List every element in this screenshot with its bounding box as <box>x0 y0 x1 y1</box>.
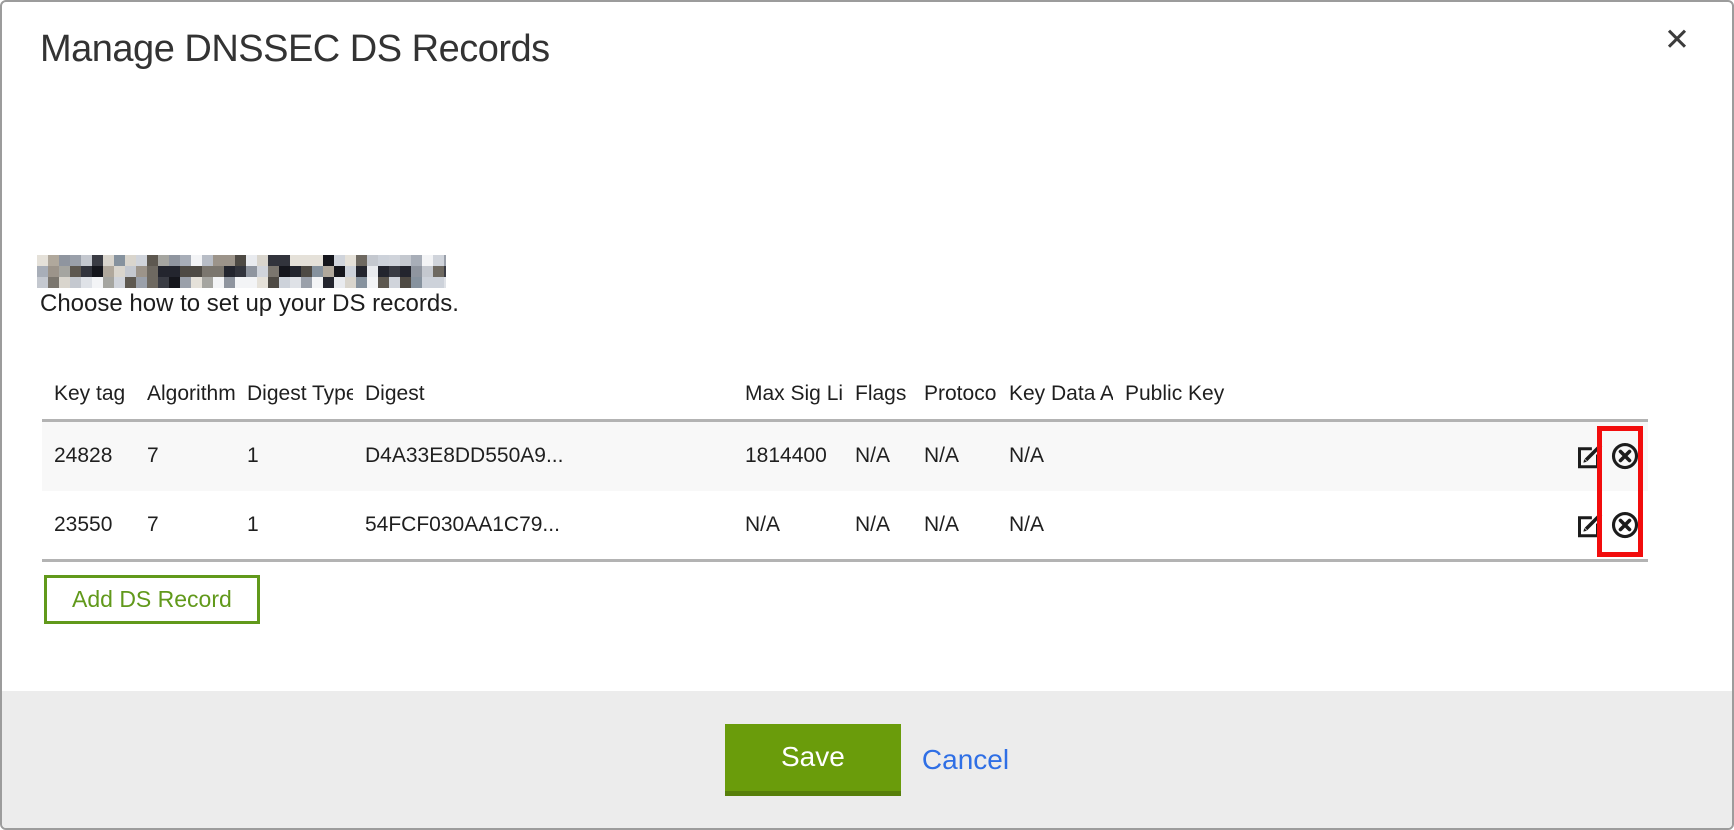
cancel-link[interactable]: Cancel <box>922 744 1009 776</box>
instruction-text: Choose how to set up your DS records. <box>40 290 459 318</box>
cell-key-data-alg: N/A <box>997 491 1113 561</box>
redacted-domain-name <box>37 255 446 289</box>
column-header-algorithm: Algorithm <box>135 364 235 421</box>
column-header-actions <box>1556 364 1648 421</box>
row-actions-cell <box>1556 421 1648 491</box>
dialog-footer: Save Cancel <box>2 691 1732 828</box>
edit-record-icon[interactable] <box>1575 510 1605 540</box>
cell-max-sig-life: N/A <box>733 491 843 561</box>
cell-protocol: N/A <box>912 421 997 491</box>
cell-protocol: N/A <box>912 491 997 561</box>
column-header-public-key: Public Key <box>1113 364 1556 421</box>
cell-public-key <box>1113 421 1556 491</box>
cell-flags: N/A <box>843 491 912 561</box>
manage-dnssec-ds-records-dialog: Manage DNSSEC DS Records ✕ Choose how to… <box>0 0 1734 830</box>
column-header-key-data-alg: Key Data Alg <box>997 364 1113 421</box>
table-row: 235507154FCF030AA1C79...N/AN/AN/AN/A <box>42 491 1648 561</box>
cell-digest-type: 1 <box>235 421 353 491</box>
cell-algorithm: 7 <box>135 421 235 491</box>
cell-digest: 54FCF030AA1C79... <box>353 491 733 561</box>
table-row: 2482871D4A33E8DD550A9...1814400N/AN/AN/A <box>42 421 1648 491</box>
cell-key-tag: 24828 <box>42 421 135 491</box>
cell-digest-type: 1 <box>235 491 353 561</box>
cell-flags: N/A <box>843 421 912 491</box>
column-header-key-tag: Key tag <box>42 364 135 421</box>
cell-key-data-alg: N/A <box>997 421 1113 491</box>
close-icon[interactable]: ✕ <box>1664 24 1690 55</box>
save-button[interactable]: Save <box>725 724 901 796</box>
delete-record-icon[interactable] <box>1610 510 1640 540</box>
cell-algorithm: 7 <box>135 491 235 561</box>
dialog-title: Manage DNSSEC DS Records <box>40 28 550 71</box>
cell-key-tag: 23550 <box>42 491 135 561</box>
column-header-protocol: Protocol <box>912 364 997 421</box>
row-actions-cell <box>1556 491 1648 561</box>
column-header-digest: Digest <box>353 364 733 421</box>
cell-public-key <box>1113 491 1556 561</box>
column-header-flags: Flags <box>843 364 912 421</box>
column-header-max-sig-life: Max Sig Life <box>733 364 843 421</box>
ds-records-table: Key tagAlgorithmDigest TypeDigestMax Sig… <box>42 364 1648 562</box>
table-header-row: Key tagAlgorithmDigest TypeDigestMax Sig… <box>42 364 1648 421</box>
edit-record-icon[interactable] <box>1575 441 1605 471</box>
column-header-digest-type: Digest Type <box>235 364 353 421</box>
add-ds-record-button[interactable]: Add DS Record <box>44 575 260 624</box>
cell-max-sig-life: 1814400 <box>733 421 843 491</box>
delete-record-icon[interactable] <box>1610 441 1640 471</box>
cell-digest: D4A33E8DD550A9... <box>353 421 733 491</box>
